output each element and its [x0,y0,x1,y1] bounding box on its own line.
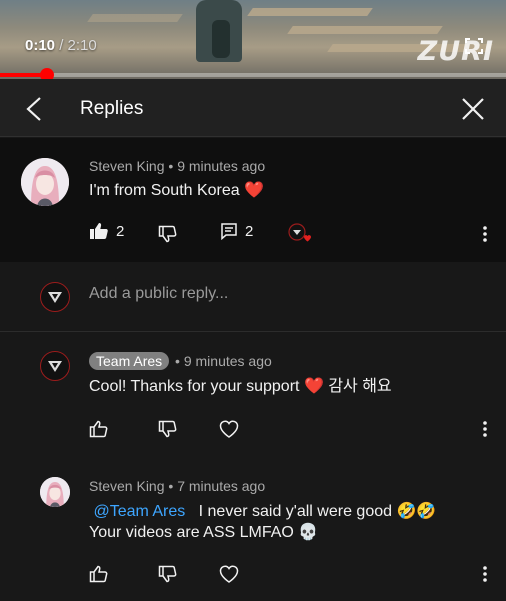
mention-link[interactable]: @Team Ares [93,503,185,520]
scrubber-handle[interactable] [39,68,54,79]
meta-separator: • [171,353,184,369]
duration: 2:10 [67,37,97,54]
comment-actions: 2 2 [0,222,506,246]
fullscreen-icon[interactable] [465,38,483,54]
reply-composer: Add a public reply... [0,262,506,332]
current-time: 0:10 [25,37,56,54]
comment-meta: Steven King • 7 minutes ago [89,478,265,494]
avatar[interactable] [40,351,70,381]
comment-body: I'm from South Korea [89,182,240,199]
reply-count-button[interactable]: 2 [220,222,253,240]
creator-heart [287,222,313,246]
video-frame-detail [247,8,373,16]
thumbs-down-icon[interactable] [158,225,178,243]
comment-meta: Team Ares • 9 minutes ago [89,352,272,370]
heart-emoji: ❤️ [244,182,265,199]
thumbs-up-icon[interactable] [89,420,109,438]
time-separator: / [55,37,68,54]
comment-line-2: Your videos are ASS LMFAO [89,524,294,541]
comment-actions [0,562,506,586]
video-frame-detail [287,26,443,34]
comment-icon [221,223,237,240]
reply-comment: Steven King • 7 minutes ago @Team Ares I… [0,463,506,601]
like-button[interactable]: 2 [89,222,124,240]
replies-header: Replies [0,79,506,137]
anime-avatar-icon [40,477,70,507]
heart-outline-icon[interactable] [219,565,239,583]
video-player[interactable]: 0:10 / 2:10 ZURI [0,0,506,79]
more-options-icon[interactable] [482,225,488,243]
video-time: 0:10 / 2:10 [25,37,97,54]
creator-badge[interactable]: Team Ares [89,352,170,370]
page-title: Replies [80,98,144,119]
comment-line-1: I never said y'all were good [198,503,393,520]
meta-separator: • [164,478,178,494]
reply-input[interactable]: Add a public reply... [89,285,228,303]
video-figure [212,20,230,58]
skull-emoji: 💀 [298,524,319,541]
laughing-emoji: 🤣🤣 [396,503,437,520]
comment-actions [0,417,506,441]
reply-count: 2 [245,222,254,240]
heart-outline-icon[interactable] [219,420,239,438]
like-count: 2 [116,222,125,240]
thumbs-down-icon[interactable] [158,565,178,583]
avatar[interactable] [21,158,69,206]
avatar [40,282,70,312]
team-ares-logo-icon [48,292,62,303]
progress-bar[interactable] [0,73,506,77]
thumbs-down-icon[interactable] [158,420,178,438]
thumbs-up-icon[interactable] [89,565,109,583]
comment-text: @Team Ares I never said y'all were good … [89,501,436,543]
more-options-icon[interactable] [482,420,488,438]
creator-heart-icon [288,223,311,242]
reply-comment: Team Ares • 9 minutes ago Cool! Thanks f… [0,333,506,463]
team-ares-logo-icon [48,361,62,372]
comment-text: I'm from South Korea ❤️ [89,180,264,201]
back-arrow-icon[interactable] [24,96,44,122]
comment-suffix: 감사 해요 [328,378,392,395]
parent-comment: Steven King • 9 minutes ago I'm from Sou… [0,138,506,262]
more-options-icon[interactable] [482,565,488,583]
comment-author[interactable]: Steven King [89,478,165,494]
thumbs-up-filled-icon [90,223,108,239]
video-frame-detail [87,14,183,22]
meta-separator: • [164,158,178,174]
close-icon[interactable] [461,97,485,121]
comment-body: Cool! Thanks for your support [89,378,300,395]
comment-text: Cool! Thanks for your support ❤️ 감사 해요 [89,376,392,397]
anime-avatar-icon [21,158,69,206]
avatar[interactable] [40,477,70,507]
comment-author[interactable]: Steven King [89,158,165,174]
comment-time: 9 minutes ago [183,353,272,369]
comment-time: 7 minutes ago [177,478,266,494]
comment-meta: Steven King • 9 minutes ago [89,158,265,174]
heart-emoji: ❤️ [303,378,324,395]
comment-time: 9 minutes ago [177,158,266,174]
